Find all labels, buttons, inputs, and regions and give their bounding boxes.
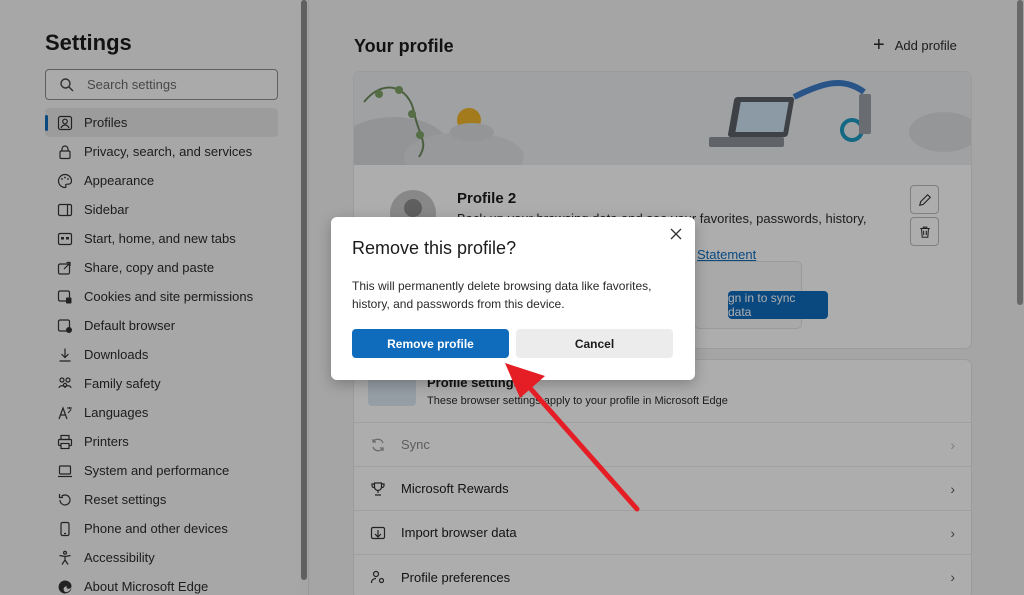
cancel-button[interactable]: Cancel	[516, 329, 673, 358]
close-icon	[670, 228, 682, 240]
dialog-body: This will permanently delete browsing da…	[352, 279, 652, 311]
remove-profile-dialog: Remove this profile? This will permanent…	[331, 217, 695, 380]
dialog-title: Remove this profile?	[352, 238, 517, 258]
close-button[interactable]	[667, 225, 685, 243]
remove-profile-button[interactable]: Remove profile	[352, 329, 509, 358]
